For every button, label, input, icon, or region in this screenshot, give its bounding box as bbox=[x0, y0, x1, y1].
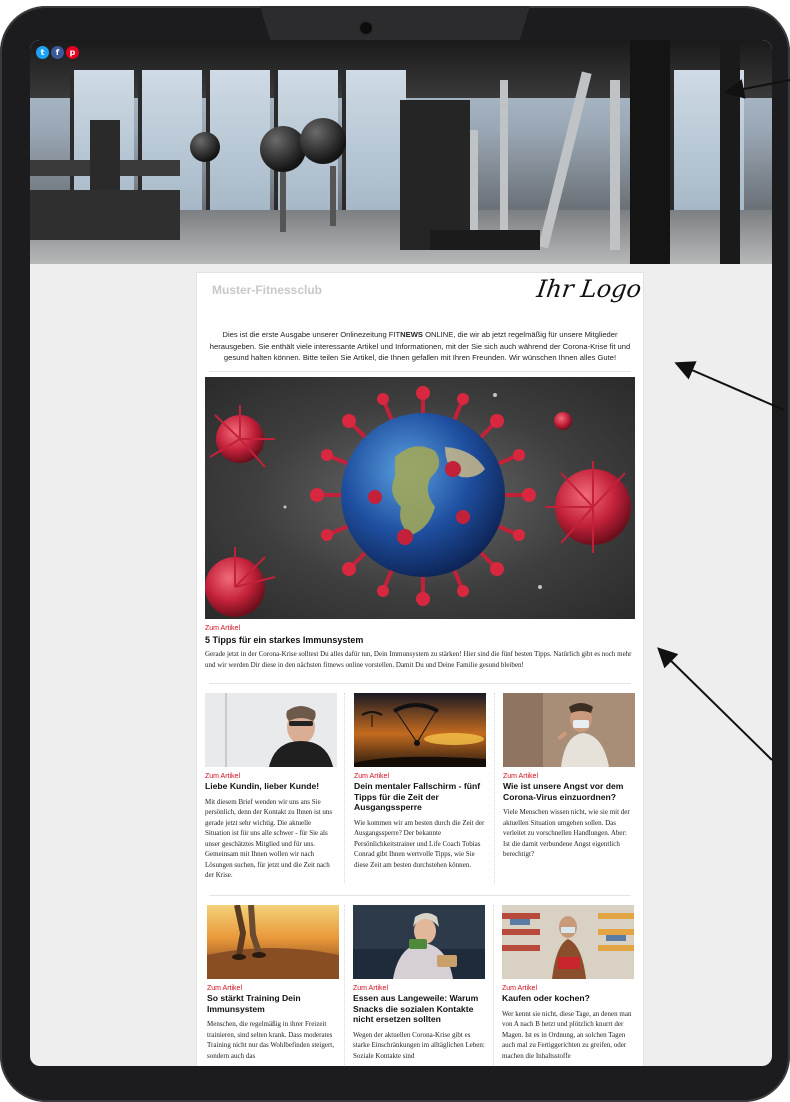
article-image[interactable] bbox=[502, 905, 634, 979]
article-image[interactable] bbox=[503, 693, 635, 767]
article-card: Zum Artikel Dein mentaler Fallschirm - f… bbox=[354, 693, 486, 870]
article-card: Zum Artikel Liebe Kundin, lieber Kunde! … bbox=[205, 693, 337, 881]
camera-icon bbox=[360, 22, 372, 34]
article-card: Zum Artikel Kaufen oder kochen? Wer kenn… bbox=[502, 905, 634, 1061]
social-share-bar: t f p bbox=[36, 46, 79, 59]
divider bbox=[209, 683, 631, 684]
feature-headline[interactable]: 5 Tipps für ein starkes Immunsystem bbox=[205, 635, 363, 645]
tablet-screen: t f p Muster-Fitnessclub Ihr Logo Dies i… bbox=[30, 40, 772, 1066]
column-divider bbox=[494, 693, 495, 883]
article-headline[interactable]: Kaufen oder kochen? bbox=[502, 993, 634, 1004]
article-headline[interactable]: Dein mentaler Fallschirm - fünf Tipps fü… bbox=[354, 781, 486, 813]
article-headline[interactable]: Liebe Kundin, lieber Kunde! bbox=[205, 781, 337, 792]
tablet-top-bezel bbox=[260, 6, 530, 42]
facebook-icon[interactable]: f bbox=[51, 46, 64, 59]
newsletter-card: Muster-Fitnessclub Ihr Logo Dies ist die… bbox=[196, 272, 644, 1066]
divider bbox=[209, 371, 631, 372]
article-image[interactable] bbox=[205, 693, 337, 767]
article-headline[interactable]: Wie ist unsere Angst vor dem Corona-Viru… bbox=[503, 781, 635, 802]
article-headline[interactable]: Essen aus Langeweile: Warum Snacks die s… bbox=[353, 993, 485, 1025]
article-card: Zum Artikel Wie ist unsere Angst vor dem… bbox=[503, 693, 635, 860]
article-image[interactable] bbox=[353, 905, 485, 979]
column-divider bbox=[344, 693, 345, 883]
club-logo: Ihr Logo bbox=[535, 275, 644, 303]
article-body: Wer kennt sie nicht, diese Tage, an dene… bbox=[502, 1009, 632, 1060]
twitter-icon[interactable]: t bbox=[36, 46, 49, 59]
article-body: Menschen, die regelmäßig in ihrer Freize… bbox=[207, 1020, 334, 1060]
intro-text: Dies ist die erste Ausgabe unserer Onlin… bbox=[209, 330, 631, 362]
column-divider bbox=[344, 905, 345, 1066]
read-more-link[interactable]: Zum Artikel bbox=[503, 773, 635, 780]
read-more-link[interactable]: Zum Artikel bbox=[354, 773, 486, 780]
feature-article-image[interactable] bbox=[205, 377, 635, 619]
read-more-link[interactable]: Zum Artikel bbox=[502, 985, 634, 992]
article-body: Wie kommen wir am besten durch die Zeit … bbox=[354, 818, 485, 869]
article-image[interactable] bbox=[354, 693, 486, 767]
feature-body: Gerade jetzt in der Corona-Krise solltes… bbox=[205, 650, 632, 669]
column-divider bbox=[493, 905, 494, 1066]
article-card: Zum Artikel So stärkt Training Dein Immu… bbox=[207, 905, 339, 1061]
article-card: Zum Artikel Essen aus Langeweile: Warum … bbox=[353, 905, 485, 1061]
article-body: Viele Menschen wissen nicht, wie sie mit… bbox=[503, 808, 630, 858]
article-body: Wegen der aktuellen Corona-Krise gibt es… bbox=[353, 1030, 485, 1060]
pinterest-icon[interactable]: p bbox=[66, 46, 79, 59]
hero-gym-image: t f p bbox=[30, 40, 772, 264]
article-image[interactable] bbox=[207, 905, 339, 979]
feature-read-more-link[interactable]: Zum Artikel bbox=[205, 625, 240, 632]
article-headline[interactable]: So stärkt Training Dein Immunsystem bbox=[207, 993, 339, 1014]
read-more-link[interactable]: Zum Artikel bbox=[205, 773, 337, 780]
divider bbox=[209, 895, 631, 896]
read-more-link[interactable]: Zum Artikel bbox=[353, 985, 485, 992]
read-more-link[interactable]: Zum Artikel bbox=[207, 985, 339, 992]
article-body: Mit diesem Brief wenden wir uns ans Sie … bbox=[205, 797, 333, 880]
club-name: Muster-Fitnessclub bbox=[212, 283, 323, 297]
